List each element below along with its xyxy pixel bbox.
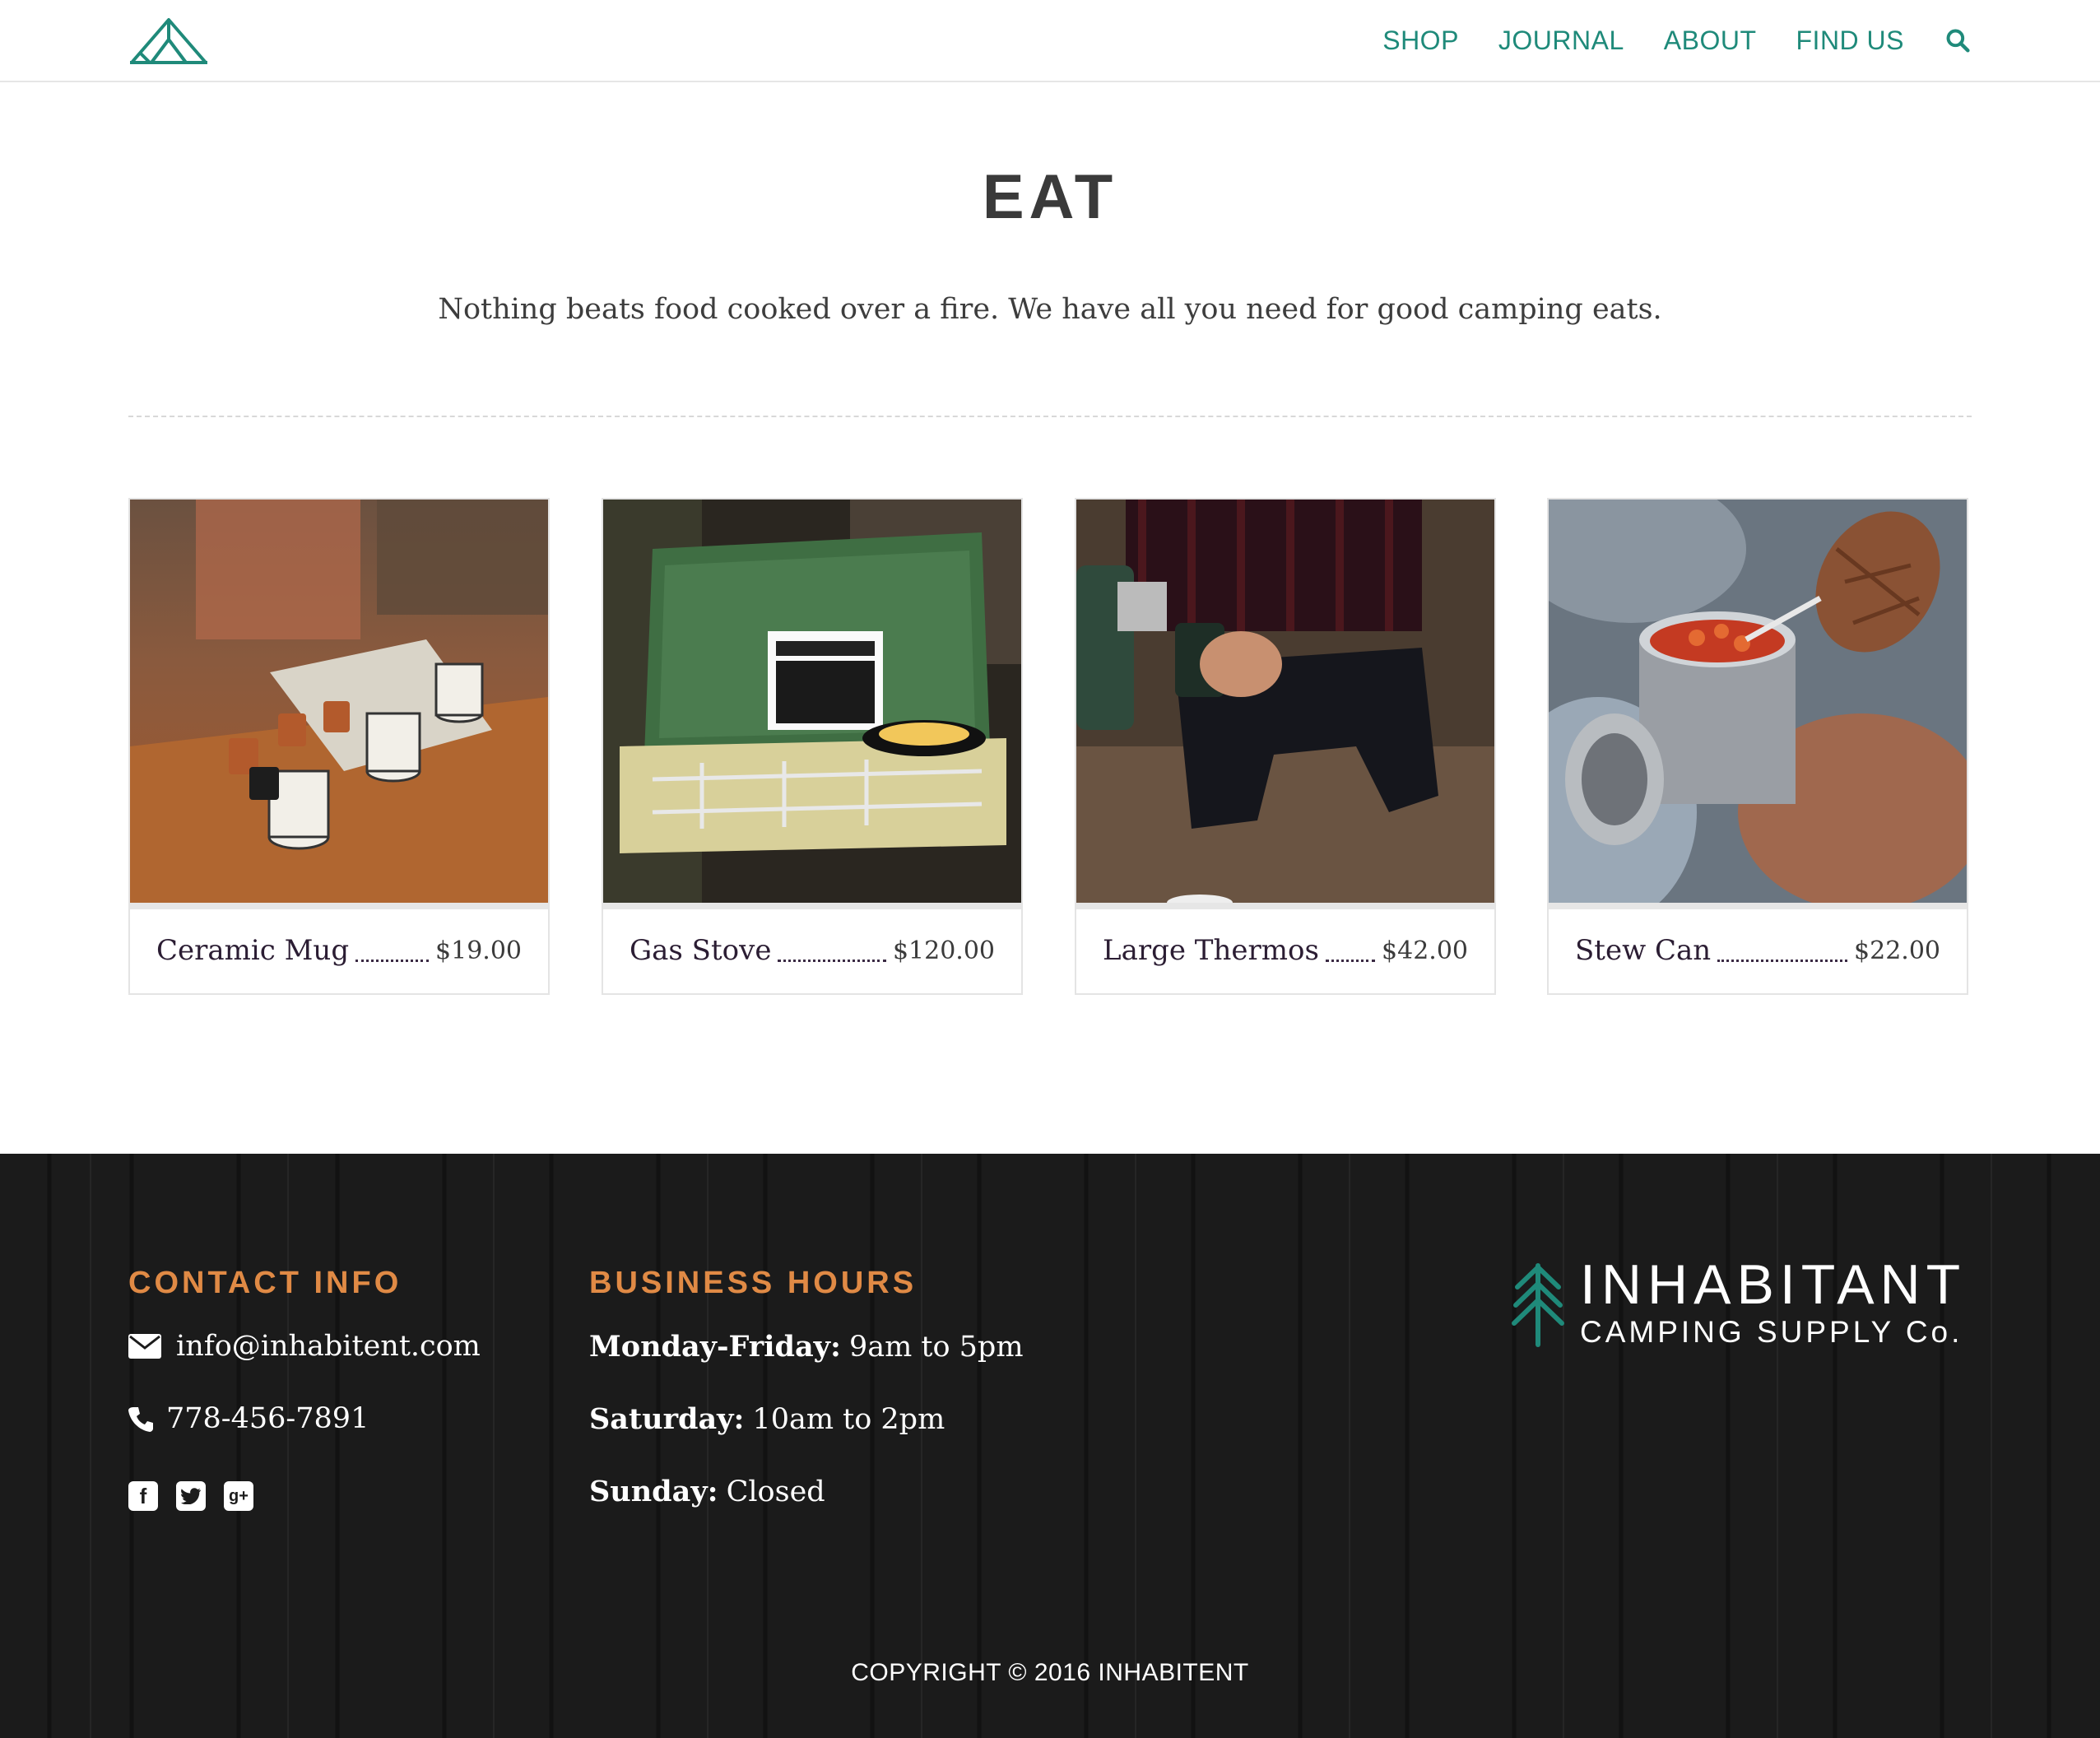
product-info: Ceramic Mug $19.00 bbox=[130, 908, 548, 993]
page-title: EAT bbox=[982, 162, 1118, 232]
product-card-large-thermos[interactable]: Large Thermos $42.00 bbox=[1075, 498, 1496, 995]
contact-phone: 778-456-7891 bbox=[128, 1402, 369, 1435]
social-links: f g+ bbox=[128, 1481, 272, 1511]
nav-shop[interactable]: SHOP bbox=[1382, 26, 1459, 56]
pine-tree-icon bbox=[1512, 1263, 1564, 1347]
hours-day: Monday-Friday: bbox=[589, 1330, 841, 1364]
nav-journal[interactable]: JOURNAL bbox=[1498, 26, 1624, 56]
search-icon[interactable] bbox=[1944, 26, 1972, 54]
nav-find-us[interactable]: FIND US bbox=[1796, 26, 1905, 56]
product-card-ceramic-mug[interactable]: Ceramic Mug $19.00 bbox=[128, 498, 550, 995]
product-price: $22.00 bbox=[1854, 936, 1940, 965]
dot-leader bbox=[778, 959, 886, 962]
section-divider bbox=[128, 416, 1972, 417]
product-name[interactable]: Stew Can bbox=[1575, 934, 1711, 967]
product-image[interactable] bbox=[603, 500, 1021, 903]
product-info: Gas Stove $120.00 bbox=[603, 908, 1021, 993]
site-header: SHOP JOURNAL ABOUT FIND US bbox=[0, 0, 2100, 82]
product-price: $120.00 bbox=[892, 936, 995, 965]
dot-leader bbox=[355, 959, 430, 962]
tent-logo[interactable] bbox=[128, 15, 209, 67]
brand-tagline: CAMPING SUPPLY Co. bbox=[1580, 1315, 1963, 1349]
product-price: $19.00 bbox=[435, 936, 522, 965]
brand-name: INHABITANT bbox=[1580, 1253, 1967, 1316]
copyright: COPYRIGHT © 2016 INHABITENT bbox=[851, 1659, 1249, 1686]
product-image[interactable] bbox=[1549, 500, 1967, 903]
footer-brand-logo[interactable]: INHABITANT CAMPING SUPPLY Co. bbox=[1511, 1252, 1972, 1351]
hours-row: Sunday: Closed bbox=[589, 1475, 825, 1508]
hours-day: Sunday: bbox=[589, 1475, 718, 1508]
contact-email-text[interactable]: info@inhabitent.com bbox=[176, 1330, 481, 1363]
product-name[interactable]: Gas Stove bbox=[630, 934, 771, 967]
product-name[interactable]: Large Thermos bbox=[1103, 934, 1319, 967]
hours-time: 9am to 5pm bbox=[848, 1330, 1024, 1364]
contact-phone-text[interactable]: 778-456-7891 bbox=[166, 1402, 369, 1435]
hours-heading: BUSINESS HOURS bbox=[589, 1266, 918, 1300]
hours-time: Closed bbox=[726, 1475, 825, 1508]
envelope-icon bbox=[128, 1332, 161, 1360]
hours-row: Saturday: 10am to 2pm bbox=[589, 1402, 945, 1436]
phone-icon bbox=[128, 1405, 153, 1433]
wood-texture-background bbox=[0, 1154, 2100, 1738]
product-card-gas-stove[interactable]: Gas Stove $120.00 bbox=[602, 498, 1023, 995]
product-image[interactable] bbox=[130, 500, 548, 903]
twitter-icon[interactable] bbox=[176, 1481, 206, 1511]
nav-about[interactable]: ABOUT bbox=[1664, 26, 1757, 56]
facebook-icon[interactable]: f bbox=[128, 1481, 158, 1511]
product-name[interactable]: Ceramic Mug bbox=[156, 934, 349, 967]
dot-leader bbox=[1717, 959, 1848, 962]
contact-email: info@inhabitent.com bbox=[128, 1330, 481, 1363]
product-card-stew-can[interactable]: Stew Can $22.00 bbox=[1547, 498, 1968, 995]
hours-time: 10am to 2pm bbox=[752, 1402, 945, 1436]
product-info: Large Thermos $42.00 bbox=[1076, 908, 1494, 993]
dot-leader bbox=[1325, 959, 1376, 962]
hours-day: Saturday: bbox=[589, 1402, 745, 1436]
hours-row: Monday-Friday: 9am to 5pm bbox=[589, 1330, 1024, 1364]
tent-logo-icon bbox=[130, 18, 207, 64]
google-plus-icon[interactable]: g+ bbox=[224, 1481, 253, 1511]
page-subtitle: Nothing beats food cooked over a fire. W… bbox=[438, 293, 1662, 326]
main-nav: SHOP JOURNAL ABOUT FIND US bbox=[1343, 0, 1972, 81]
product-price: $42.00 bbox=[1382, 936, 1468, 965]
product-image[interactable] bbox=[1076, 500, 1494, 903]
site-footer: CONTACT INFO info@inhabitent.com 778-456… bbox=[0, 1154, 2100, 1738]
contact-heading: CONTACT INFO bbox=[128, 1266, 402, 1300]
product-info: Stew Can $22.00 bbox=[1549, 908, 1967, 993]
